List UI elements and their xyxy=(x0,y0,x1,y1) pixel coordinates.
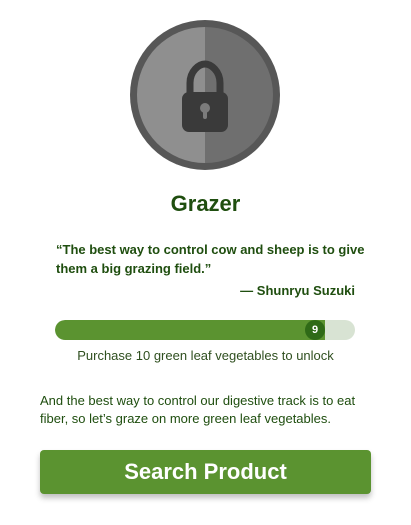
badge-inner xyxy=(137,27,273,163)
badge-title: Grazer xyxy=(170,191,241,216)
achievement-badge xyxy=(130,20,280,170)
quote-author: — Shunryu Suzuki xyxy=(240,283,355,298)
progress-fill xyxy=(55,320,325,340)
progress-label: Purchase 10 green leaf vegetables to unl… xyxy=(77,348,334,363)
search-product-button[interactable]: Search Product xyxy=(40,450,371,494)
quote-text: “The best way to control cow and sheep i… xyxy=(56,242,365,276)
progress-count: 9 xyxy=(305,320,325,340)
description-text: And the best way to control our digestiv… xyxy=(40,393,356,426)
lock-icon xyxy=(182,60,228,132)
